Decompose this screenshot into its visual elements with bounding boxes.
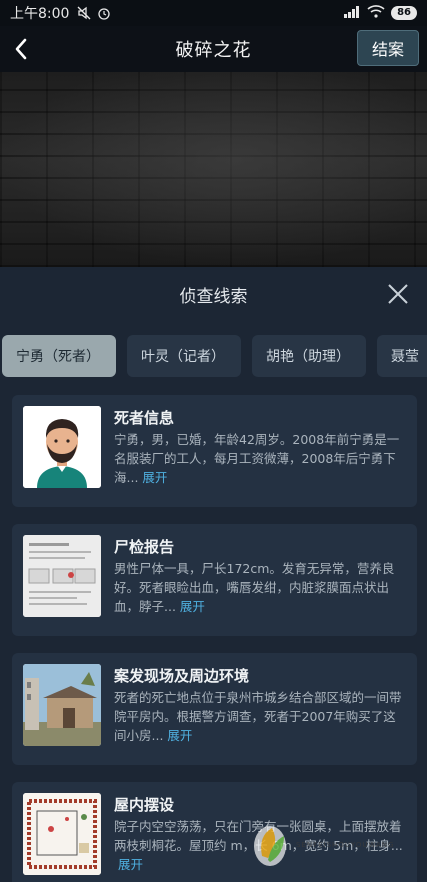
app-header: 破碎之花 结案 [0,26,427,72]
watermark-subtext: SENFEISHOUYOUWANG [296,841,395,849]
expand-link[interactable]: 展开 [167,728,192,743]
suspect-tabs: 宁勇（死者） 叶灵（记者） 胡艳（助理） 聂莹 [2,335,427,379]
battery-indicator: 86 [391,6,417,20]
clue-desc-text: 死者的死亡地点位于泉州市城乡结合部区域的一间带院平房内。根据警方调查，死者于20… [114,690,402,743]
close-case-button[interactable]: 结案 [357,30,419,66]
clue-description: 男性尸体一具，尸长172cm。发育无异常，营养良好。死者眼睑出血，嘴唇发绀，内脏… [114,559,404,616]
tab-nie-ying[interactable]: 聂莹 [377,335,427,377]
signal-icon [343,5,361,21]
panel-header: 侦查线索 [0,267,427,321]
clue-card[interactable]: 案发现场及周边环境 死者的死亡地点位于泉州市城乡结合部区域的一间带院平房内。根据… [12,653,417,765]
clue-card[interactable]: 死者信息 宁勇，男，已婚，年龄42周岁。2008年前宁勇是一名服装厂的工人，每月… [12,395,417,507]
wifi-icon [367,4,385,22]
chevron-left-icon [15,38,27,60]
page-title: 破碎之花 [175,40,252,61]
clue-title: 死者信息 [114,409,175,427]
status-time: 上午8:00 [10,6,70,22]
avatar-icon [23,406,101,488]
expand-link[interactable]: 展开 [118,857,143,872]
close-icon[interactable] [385,281,411,307]
clue-title: 屋内摆设 [114,796,175,814]
clue-title: 案发现场及周边环境 [114,667,250,685]
expand-link[interactable]: 展开 [142,470,167,485]
watermark: SENFEISHOUYOUWANG [250,808,426,882]
clue-description: 死者的死亡地点位于泉州市城乡结合部区域的一间带院平房内。根据警方调查，死者于20… [114,688,404,745]
floorplan-icon [23,793,101,875]
clue-desc-text: 男性尸体一具，尸长172cm。发育无异常，营养良好。死者眼睑出血，嘴唇发绀，内脏… [114,561,395,614]
clue-card[interactable]: 尸检报告 男性尸体一具，尸长172cm。发育无异常，营养良好。死者眼睑出血，嘴唇… [12,524,417,636]
clues-panel: 侦查线索 宁勇（死者） 叶灵（记者） 胡艳（助理） 聂莹 死者信息 宁勇，男，已… [0,267,427,882]
expand-link[interactable]: 展开 [180,599,205,614]
back-button[interactable] [4,32,38,66]
tab-ye-ling[interactable]: 叶灵（记者） [127,335,241,377]
status-bar: 上午8:00 86 [0,0,427,26]
tab-hu-yan[interactable]: 胡艳（助理） [252,335,366,377]
alarm-icon [97,6,111,20]
clue-title: 尸检报告 [114,538,175,556]
leaf-logo-icon [254,826,286,866]
mute-icon [77,6,91,20]
scene-image [0,72,427,267]
clue-description: 宁勇，男，已婚，年龄42周岁。2008年前宁勇是一名服装厂的工人，每月工资微薄，… [114,430,404,487]
house-photo [23,664,101,746]
document-icon [23,535,101,617]
tab-ning-yong[interactable]: 宁勇（死者） [2,335,116,377]
panel-title: 侦查线索 [179,286,248,307]
